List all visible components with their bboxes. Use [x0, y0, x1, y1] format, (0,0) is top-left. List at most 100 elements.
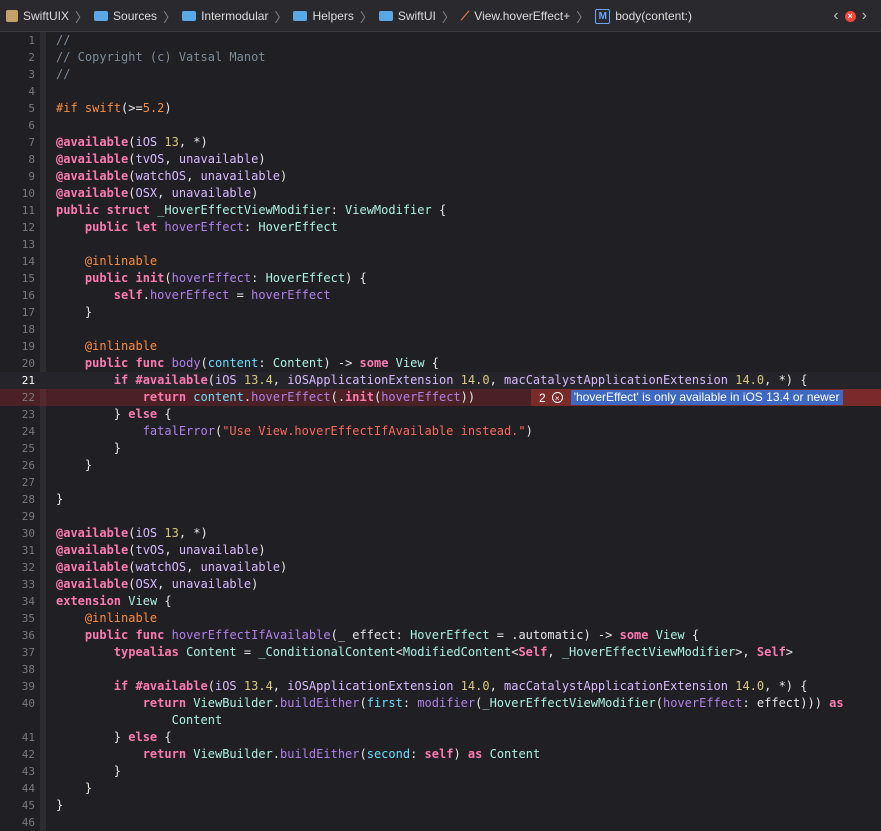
breadcrumb-item[interactable]: Sources: [94, 9, 157, 23]
code-text[interactable]: @available(watchOS, unavailable): [56, 559, 287, 576]
code-line[interactable]: 29: [0, 508, 881, 525]
code-line[interactable]: 12 public let hoverEffect: HoverEffect: [0, 219, 881, 236]
code-text[interactable]: }: [56, 491, 63, 508]
code-text[interactable]: public func body(content: Content) -> so…: [56, 355, 439, 372]
code-line[interactable]: 15 public init(hoverEffect: HoverEffect)…: [0, 270, 881, 287]
code-line[interactable]: 43 }: [0, 763, 881, 780]
breadcrumb-item[interactable]: SwiftUIX: [6, 9, 69, 23]
code-line[interactable]: 18: [0, 321, 881, 338]
line-number[interactable]: 10: [0, 185, 35, 202]
line-number[interactable]: 31: [0, 542, 35, 559]
line-number[interactable]: 22: [0, 389, 35, 406]
code-text[interactable]: @available(tvOS, unavailable): [56, 151, 266, 168]
code-text[interactable]: @available(watchOS, unavailable): [56, 168, 287, 185]
code-text[interactable]: public struct _HoverEffectViewModifier: …: [56, 202, 446, 219]
inline-error-annotation[interactable]: 2 × 'hoverEffect' is only available in iOS…: [531, 389, 881, 406]
code-text[interactable]: //: [56, 32, 70, 49]
code-line[interactable]: 1 //: [0, 32, 881, 49]
code-line[interactable]: 7 @available(iOS 13, *): [0, 134, 881, 151]
line-number[interactable]: 16: [0, 287, 35, 304]
line-number[interactable]: 11: [0, 202, 35, 219]
line-number[interactable]: 21: [0, 372, 35, 389]
code-text[interactable]: @available(iOS 13, *): [56, 134, 208, 151]
line-number[interactable]: 30: [0, 525, 35, 542]
code-text[interactable]: public func hoverEffectIfAvailable(_ eff…: [56, 627, 699, 644]
code-line[interactable]: 10 @available(OSX, unavailable): [0, 185, 881, 202]
code-line[interactable]: 30 @available(iOS 13, *): [0, 525, 881, 542]
code-text[interactable]: return content.hoverEffect(.init(hoverEf…: [56, 389, 475, 406]
line-number[interactable]: 26: [0, 457, 35, 474]
code-text[interactable]: public let hoverEffect: HoverEffect: [56, 219, 338, 236]
code-text[interactable]: return ViewBuilder.buildEither(first: mo…: [56, 695, 844, 712]
code-text[interactable]: @available(OSX, unavailable): [56, 576, 258, 593]
line-number[interactable]: 2: [0, 49, 35, 66]
line-number[interactable]: 29: [0, 508, 35, 525]
code-line[interactable]: 2 // Copyright (c) Vatsal Manot: [0, 49, 881, 66]
code-text[interactable]: @available(OSX, unavailable): [56, 185, 258, 202]
code-line[interactable]: 3 //: [0, 66, 881, 83]
code-text[interactable]: @inlinable: [56, 610, 157, 627]
code-line[interactable]: 41 } else {: [0, 729, 881, 746]
code-text[interactable]: @available(iOS 13, *): [56, 525, 208, 542]
code-line[interactable]: 45}: [0, 797, 881, 814]
line-number[interactable]: 27: [0, 474, 35, 491]
code-text[interactable]: @available(tvOS, unavailable): [56, 542, 266, 559]
code-line[interactable]: 21 if #available(iOS 13.4, iOSApplicatio…: [0, 372, 881, 389]
code-line[interactable]: 20 public func body(content: Content) ->…: [0, 355, 881, 372]
code-text[interactable]: }: [56, 797, 63, 814]
code-text[interactable]: if #available(iOS 13.4, iOSApplicationEx…: [56, 372, 808, 389]
code-line[interactable]: 32 @available(watchOS, unavailable): [0, 559, 881, 576]
code-line[interactable]: 19 @inlinable: [0, 338, 881, 355]
line-number[interactable]: 5: [0, 100, 35, 117]
code-line[interactable]: 4: [0, 83, 881, 100]
line-number[interactable]: 35: [0, 610, 35, 627]
code-line[interactable]: 42 return ViewBuilder.buildEither(second…: [0, 746, 881, 763]
code-text[interactable]: if #available(iOS 13.4, iOSApplicationEx…: [56, 678, 808, 695]
code-line[interactable]: Content: [0, 712, 881, 729]
line-number[interactable]: 28: [0, 491, 35, 508]
line-number[interactable]: 9: [0, 168, 35, 185]
line-number[interactable]: 18: [0, 321, 35, 338]
source-editor[interactable]: 1 // 2 // Copyright (c) Vatsal Manot 3 // 4 5 #i…: [0, 32, 881, 831]
code-text[interactable]: }: [56, 304, 92, 321]
code-line[interactable]: 24 fatalError("Use View.hoverEffectIfAva…: [0, 423, 881, 440]
code-line[interactable]: 25 }: [0, 440, 881, 457]
breadcrumb-item[interactable]: ⟋ View.hoverEffect+: [461, 9, 570, 24]
line-number[interactable]: 7: [0, 134, 35, 151]
code-line[interactable]: 33 @available(OSX, unavailable): [0, 576, 881, 593]
code-line[interactable]: 8 @available(tvOS, unavailable): [0, 151, 881, 168]
code-line[interactable]: 40 return ViewBuilder.buildEither(first:…: [0, 695, 881, 712]
code-line[interactable]: 28}: [0, 491, 881, 508]
code-line[interactable]: 35 @inlinable: [0, 610, 881, 627]
line-number[interactable]: 38: [0, 661, 35, 678]
line-number[interactable]: 34: [0, 593, 35, 610]
line-number[interactable]: 39: [0, 678, 35, 695]
line-number[interactable]: 12: [0, 219, 35, 236]
line-number[interactable]: 24: [0, 423, 35, 440]
breadcrumb-item[interactable]: Helpers: [293, 9, 354, 23]
code-line[interactable]: 6: [0, 117, 881, 134]
line-number[interactable]: 33: [0, 576, 35, 593]
code-text[interactable]: #if swift(>=5.2): [56, 100, 172, 117]
line-number[interactable]: 13: [0, 236, 35, 253]
line-number[interactable]: 41: [0, 729, 35, 746]
code-line[interactable]: 27: [0, 474, 881, 491]
code-line[interactable]: 39 if #available(iOS 13.4, iOSApplicatio…: [0, 678, 881, 695]
code-text[interactable]: public init(hoverEffect: HoverEffect) {: [56, 270, 367, 287]
code-text[interactable]: //: [56, 66, 70, 83]
code-text[interactable]: } else {: [56, 406, 172, 423]
code-text[interactable]: return ViewBuilder.buildEither(second: s…: [56, 746, 540, 763]
line-number[interactable]: 14: [0, 253, 35, 270]
line-number[interactable]: 17: [0, 304, 35, 321]
code-text[interactable]: typealias Content = _ConditionalContent<…: [56, 644, 793, 661]
code-text[interactable]: }: [56, 457, 92, 474]
code-line[interactable]: 17 }: [0, 304, 881, 321]
code-line[interactable]: 26 }: [0, 457, 881, 474]
line-number[interactable]: 25: [0, 440, 35, 457]
code-line[interactable]: 34 extension View {: [0, 593, 881, 610]
code-text[interactable]: }: [56, 780, 92, 797]
line-number[interactable]: 45: [0, 797, 35, 814]
code-text[interactable]: } else {: [56, 729, 172, 746]
code-line[interactable]: 5 #if swift(>=5.2): [0, 100, 881, 117]
error-indicator-icon[interactable]: ×: [844, 10, 856, 22]
